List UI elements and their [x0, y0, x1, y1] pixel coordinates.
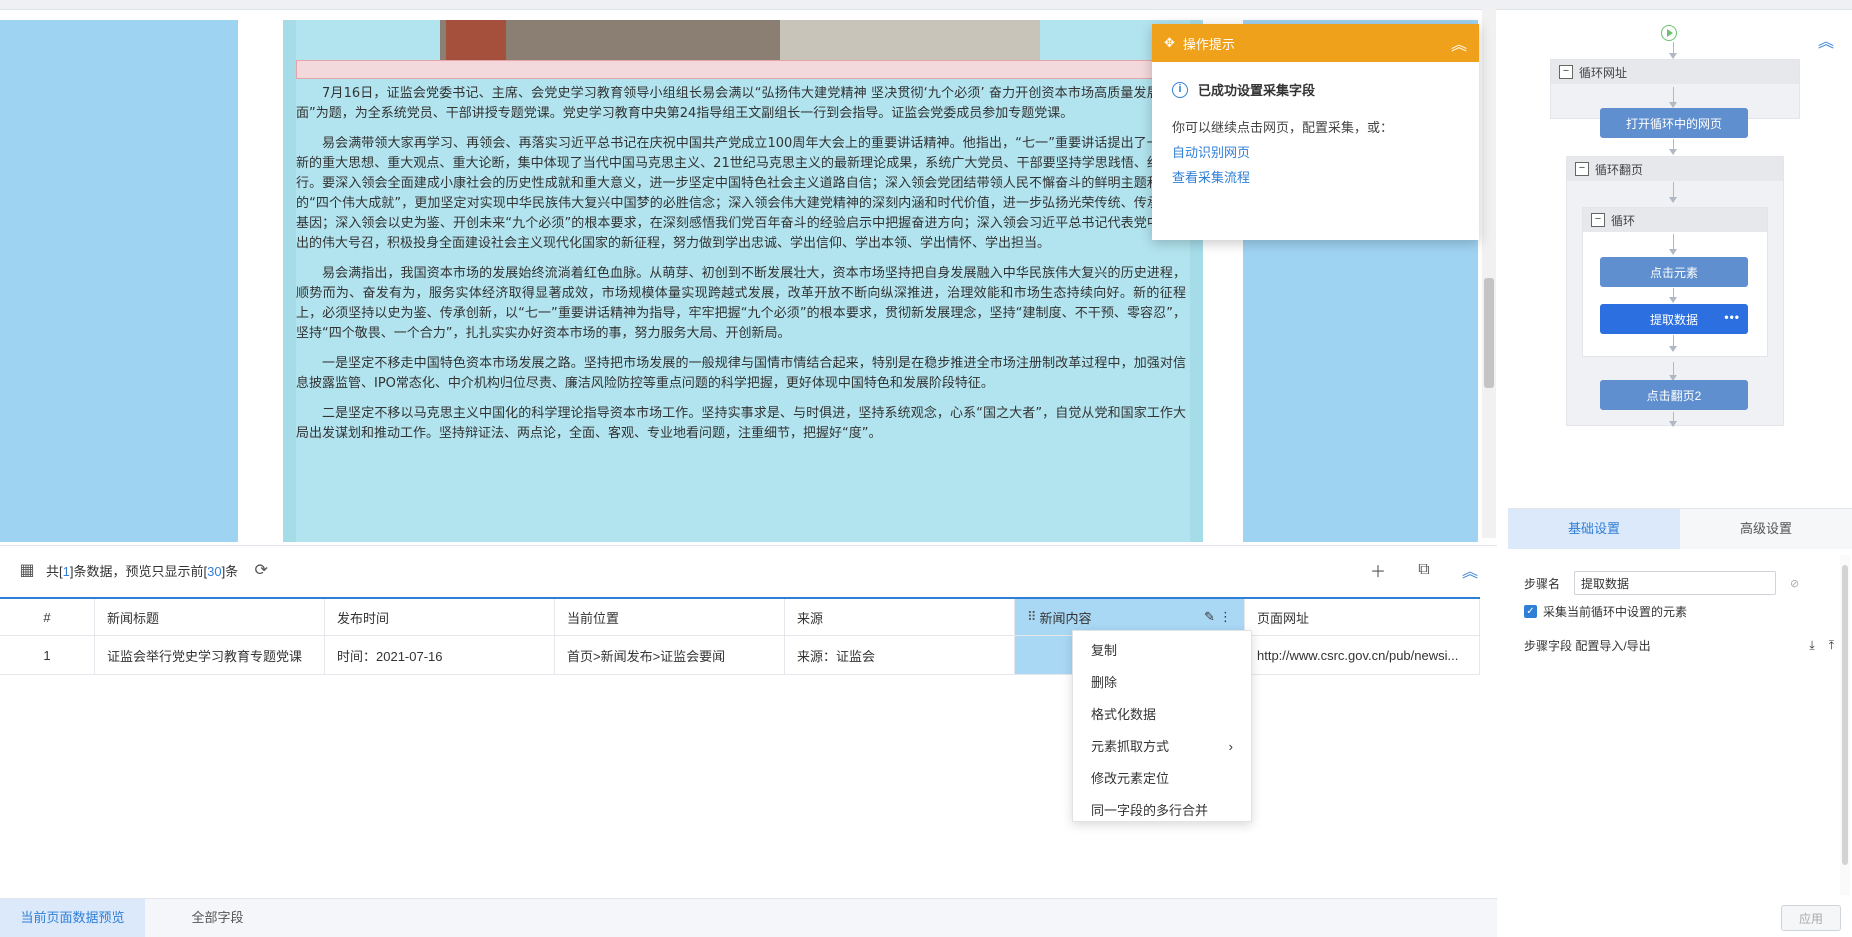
- tab-basic-settings[interactable]: 基础设置: [1508, 509, 1680, 549]
- chevron-right-icon: ›: [1228, 739, 1233, 754]
- article-body[interactable]: 7月16日，证监会党委书记、主席、会党史学习教育领导小组组长易会满以“弘扬伟大建…: [296, 84, 1186, 538]
- table-cell[interactable]: 时间：2021-07-16: [325, 636, 555, 674]
- flow-connector: [1669, 139, 1677, 155]
- auto-detect-link[interactable]: 自动识别网页: [1172, 142, 1459, 161]
- column-header[interactable]: 当前位置: [555, 599, 785, 635]
- more-dots-icon[interactable]: •••: [1724, 310, 1740, 324]
- tip-description: 你可以继续点击网页，配置采集，或：: [1172, 120, 1394, 135]
- data-table: # 新闻标题 发布时间 当前位置 来源 ⠿ 新闻内容 ✎ ⋮ 页面网址 1 证监…: [0, 597, 1480, 675]
- node-click-element[interactable]: 点击元素: [1600, 257, 1748, 287]
- menu-item-copy[interactable]: 复制: [1073, 635, 1251, 667]
- info-icon: i: [1172, 81, 1188, 98]
- article-paragraph[interactable]: 易会满指出，我国资本市场的发展始终流淌着红色血脉。从萌芽、初创到不断发展壮大，资…: [296, 264, 1186, 344]
- node-extract-data[interactable]: 提取数据 •••: [1600, 304, 1748, 334]
- tip-header[interactable]: ✥ 操作提示 ︽: [1152, 24, 1479, 62]
- settings-scrollbar[interactable]: [1840, 555, 1850, 895]
- tab-current-page-preview[interactable]: 当前页面数据预览: [0, 899, 145, 937]
- flow-connector: [1669, 288, 1677, 303]
- collapse-minus-icon[interactable]: −: [1591, 213, 1605, 227]
- move-icon: ✥: [1164, 35, 1175, 50]
- menu-item-merge-rows[interactable]: 同一字段的多行合并: [1073, 795, 1251, 827]
- add-field-icon[interactable]: ＋: [1369, 558, 1387, 582]
- clear-input-icon[interactable]: ⊘: [1790, 577, 1799, 590]
- article-paragraph[interactable]: 易会满带领大家再学习、再领会、再落实习近平总书记在庆祝中国共产党成立100周年大…: [296, 134, 1186, 254]
- edit-icon[interactable]: ✎: [1204, 609, 1215, 625]
- flow-connector: [1669, 42, 1677, 59]
- menu-item-delete[interactable]: 删除: [1073, 667, 1251, 699]
- bottom-tab-bar: 当前页面数据预览 全部字段: [0, 898, 1497, 937]
- download-icon[interactable]: ⤓: [1809, 638, 1814, 653]
- flow-connector: [1669, 335, 1677, 352]
- checkbox-label: 采集当前循环中设置的元素: [1543, 605, 1688, 619]
- flow-connector: [1669, 182, 1677, 203]
- node-click-page[interactable]: 点击翻页2: [1600, 380, 1748, 410]
- article-paragraph[interactable]: 二是坚定不移以马克思主义中国化的科学理论指导资本市场工作。坚持实事求是、与时俱进…: [296, 404, 1186, 444]
- loop-url-label: 循环网址: [1579, 65, 1628, 80]
- tab-all-fields[interactable]: 全部字段: [145, 899, 290, 937]
- flow-connector: [1669, 362, 1677, 381]
- table-cell[interactable]: 来源：证监会: [785, 636, 1015, 674]
- step-name-label: 步骤名: [1524, 576, 1561, 591]
- highlight-left-column[interactable]: [0, 20, 238, 542]
- menu-item-capture-mode[interactable]: 元素抓取方式 ›: [1073, 731, 1251, 763]
- loop-label: 循环: [1611, 213, 1636, 228]
- menu-item-modify-locator[interactable]: 修改元素定位: [1073, 763, 1251, 795]
- selected-element-outline[interactable]: [296, 60, 1226, 79]
- manage-fields-icon[interactable]: ⧉: [1415, 561, 1433, 579]
- flow-connector: [1669, 234, 1677, 255]
- apply-button[interactable]: 应用: [1781, 905, 1841, 931]
- tip-title: 操作提示: [1182, 36, 1235, 52]
- table-cell[interactable]: 1: [0, 636, 95, 674]
- refresh-icon[interactable]: ⟳: [252, 560, 270, 580]
- more-icon[interactable]: ⋮: [1219, 609, 1232, 625]
- flow-connector: [1669, 87, 1677, 108]
- upload-icon[interactable]: ⤒: [1829, 638, 1834, 653]
- article-paragraph[interactable]: 7月16日，证监会党委书记、主席、会党史学习教育领导小组组长易会满以“弘扬伟大建…: [296, 84, 1186, 124]
- node-open-page[interactable]: 打开循环中的网页: [1600, 108, 1748, 138]
- menu-item-format-data[interactable]: 格式化数据: [1073, 699, 1251, 731]
- article-paragraph[interactable]: 一是坚定不移走中国特色资本市场发展之路。坚持把市场发展的一般规律与国情市情结合起…: [296, 354, 1186, 394]
- collect-elements-checkbox[interactable]: ✓: [1524, 605, 1537, 618]
- table-cell[interactable]: 首页>新闻发布>证监会要闻: [555, 636, 785, 674]
- fields-config-label: 步骤字段 配置导入/导出: [1524, 639, 1651, 653]
- tip-success-text: 已成功设置采集字段: [1198, 83, 1316, 98]
- table-cell[interactable]: 证监会举行党史学习教育专题党课: [95, 636, 325, 674]
- data-count-info: 共[1]条数据，预览只显示前[30]条: [46, 563, 239, 579]
- column-header[interactable]: 发布时间: [325, 599, 555, 635]
- column-header[interactable]: 来源: [785, 599, 1015, 635]
- table-header-row: # 新闻标题 发布时间 当前位置 来源 ⠿ 新闻内容 ✎ ⋮ 页面网址: [0, 597, 1480, 636]
- column-header[interactable]: 新闻标题: [95, 599, 325, 635]
- view-flow-link[interactable]: 查看采集流程: [1172, 167, 1459, 186]
- collapse-minus-icon[interactable]: −: [1575, 162, 1589, 176]
- collapse-panel-icon[interactable]: ︽: [1461, 558, 1479, 582]
- column-header[interactable]: #: [0, 599, 95, 635]
- data-preview-toolbar: ▦ 共[1]条数据，预览只显示前[30]条 ⟳ ＋ ⧉ ︽: [0, 545, 1497, 595]
- table-scrollbar[interactable]: [1482, 640, 1496, 895]
- loop-page-label: 循环翻页: [1595, 162, 1644, 177]
- tab-advanced-settings[interactable]: 高级设置: [1680, 509, 1852, 549]
- step-name-input[interactable]: [1574, 571, 1777, 595]
- collapse-minus-icon[interactable]: −: [1559, 65, 1573, 79]
- top-strip: [0, 0, 1852, 10]
- play-start-icon: [1661, 25, 1677, 41]
- flow-connector: [1669, 412, 1677, 427]
- table-icon: ▦: [19, 562, 35, 579]
- table-cell[interactable]: http://www.csrc.gov.cn/pub/newsi...: [1245, 636, 1480, 674]
- table-row[interactable]: 1 证监会举行党史学习教育专题党课 时间：2021-07-16 首页>新闻发布>…: [0, 636, 1480, 675]
- workflow-panel: − 循环网址 打开循环中的网页 − 循环翻页 − 循环 点击元素 提取数据 ••• 点击…: [1508, 12, 1852, 507]
- collapse-workflow-icon[interactable]: ︽: [1818, 28, 1834, 52]
- collapse-up-icon[interactable]: ︽: [1451, 31, 1467, 55]
- column-context-menu: 复制 删除 格式化数据 元素抓取方式 › 修改元素定位 同一字段的多行合并: [1072, 630, 1252, 822]
- preview-scrollbar[interactable]: [1482, 8, 1496, 538]
- column-header[interactable]: 页面网址: [1245, 599, 1480, 635]
- drag-handle-icon[interactable]: ⠿: [1027, 609, 1037, 625]
- operation-tip-popup: ✥ 操作提示 ︽ i 已成功设置采集字段 你可以继续点击网页，配置采集，或： 自…: [1152, 24, 1479, 240]
- settings-panel: 基础设置 高级设置 步骤名 ⊘ ✓ 采集当前循环中设置的元素 步骤字段 配置导入…: [1508, 508, 1852, 937]
